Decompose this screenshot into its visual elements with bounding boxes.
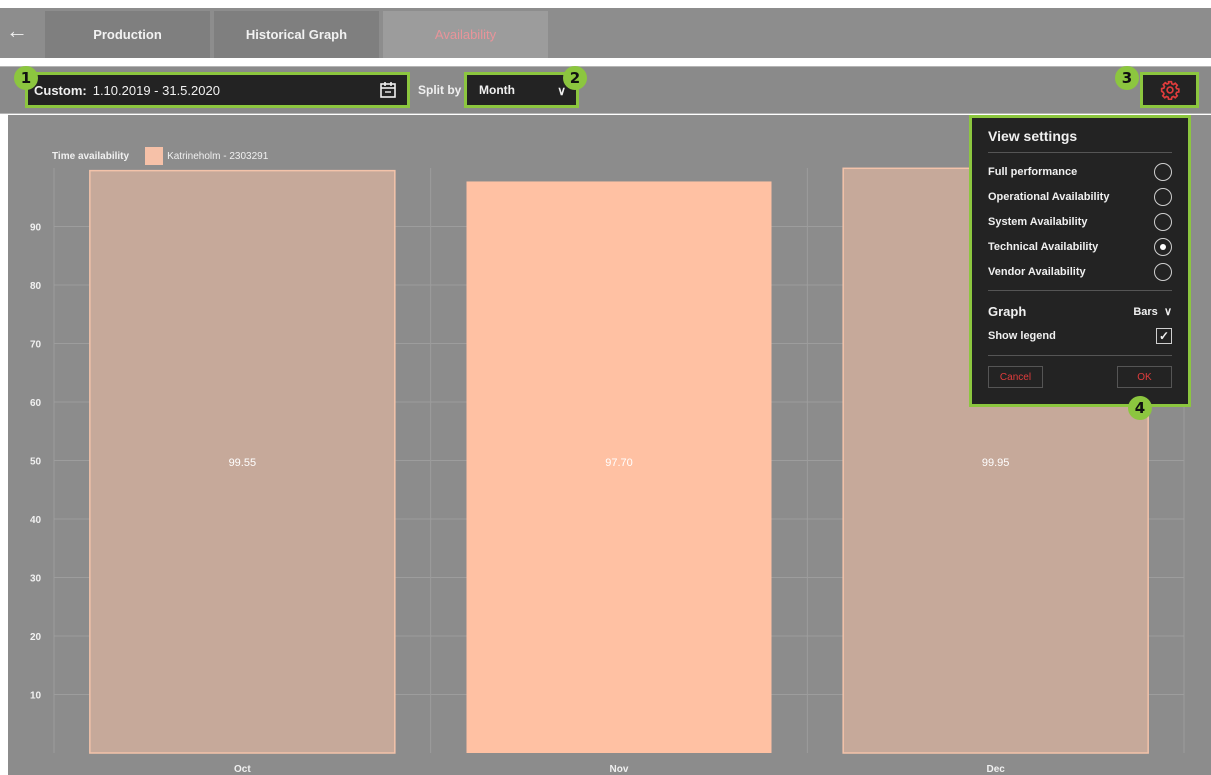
radio-button[interactable] xyxy=(1154,262,1172,281)
option-system-availability[interactable]: System Availability xyxy=(988,209,1172,234)
radio-dot xyxy=(1160,243,1166,250)
option-operational-availability[interactable]: Operational Availability xyxy=(988,184,1172,209)
graph-label: Graph xyxy=(988,303,1027,319)
show-legend-label: Show legend xyxy=(988,330,1056,342)
option-label: Technical Availability xyxy=(988,240,1099,253)
option-vendor-availability[interactable]: Vendor Availability xyxy=(988,259,1172,284)
chevron-down-icon: ∨ xyxy=(1163,305,1172,318)
bar-data-label: 99.95 xyxy=(982,457,1010,469)
option-label: Vendor Availability xyxy=(988,265,1086,278)
ok-button[interactable]: OK xyxy=(1117,366,1172,388)
y-tick-label: 10 xyxy=(30,691,42,702)
step-marker-1: 1 xyxy=(14,66,38,90)
x-tick-label: Nov xyxy=(610,764,629,775)
checkmark-icon: ✓ xyxy=(1158,329,1170,343)
option-label: System Availability xyxy=(988,215,1088,228)
y-tick-label: 80 xyxy=(30,281,42,292)
option-technical-availability[interactable]: Technical Availability xyxy=(988,234,1172,259)
radio-button[interactable] xyxy=(1154,187,1172,206)
legend-title: Time availability xyxy=(52,150,130,162)
show-legend-checkbox[interactable]: ✓ xyxy=(1156,328,1172,344)
y-tick-label: 40 xyxy=(30,515,42,526)
x-tick-label: Dec xyxy=(986,764,1005,775)
radio-button[interactable] xyxy=(1154,212,1172,231)
y-tick-label: 20 xyxy=(30,632,42,643)
bar-data-label: 97.70 xyxy=(605,457,633,469)
view-settings-panel: View settings Full performance Operation… xyxy=(969,115,1191,407)
y-tick-label: 50 xyxy=(30,457,42,468)
option-label: Operational Availability xyxy=(988,190,1110,203)
step-marker-3: 3 xyxy=(1115,66,1139,90)
y-tick-label: 90 xyxy=(30,223,42,234)
graph-type-value: Bars xyxy=(1133,305,1158,318)
radio-button-selected[interactable] xyxy=(1154,237,1172,256)
chart-legend: Time availability Katrineholm - 2303291 xyxy=(52,147,268,165)
y-tick-label: 70 xyxy=(30,340,42,351)
legend-swatch xyxy=(145,147,164,165)
show-legend-row: Show legend ✓ xyxy=(988,323,1172,349)
settings-actions: Cancel OK xyxy=(988,366,1172,388)
divider xyxy=(988,355,1172,356)
x-tick-label: Oct xyxy=(234,764,251,775)
cancel-button[interactable]: Cancel xyxy=(988,366,1043,388)
radio-button[interactable] xyxy=(1154,162,1172,181)
divider xyxy=(988,290,1172,291)
y-tick-label: 30 xyxy=(30,574,42,585)
bar-data-label: 99.55 xyxy=(229,457,257,469)
y-tick-label: 60 xyxy=(30,398,42,409)
step-marker-2: 2 xyxy=(563,66,587,90)
view-settings-title: View settings xyxy=(988,128,1172,153)
step-marker-4: 4 xyxy=(1128,396,1152,420)
graph-type-row: Graph Bars ∨ xyxy=(988,299,1172,323)
legend-series-label: Katrineholm - 2303291 xyxy=(167,150,269,162)
graph-type-select[interactable]: Bars ∨ xyxy=(1133,305,1172,318)
option-label: Full performance xyxy=(988,165,1078,178)
option-full-performance[interactable]: Full performance xyxy=(988,159,1172,184)
